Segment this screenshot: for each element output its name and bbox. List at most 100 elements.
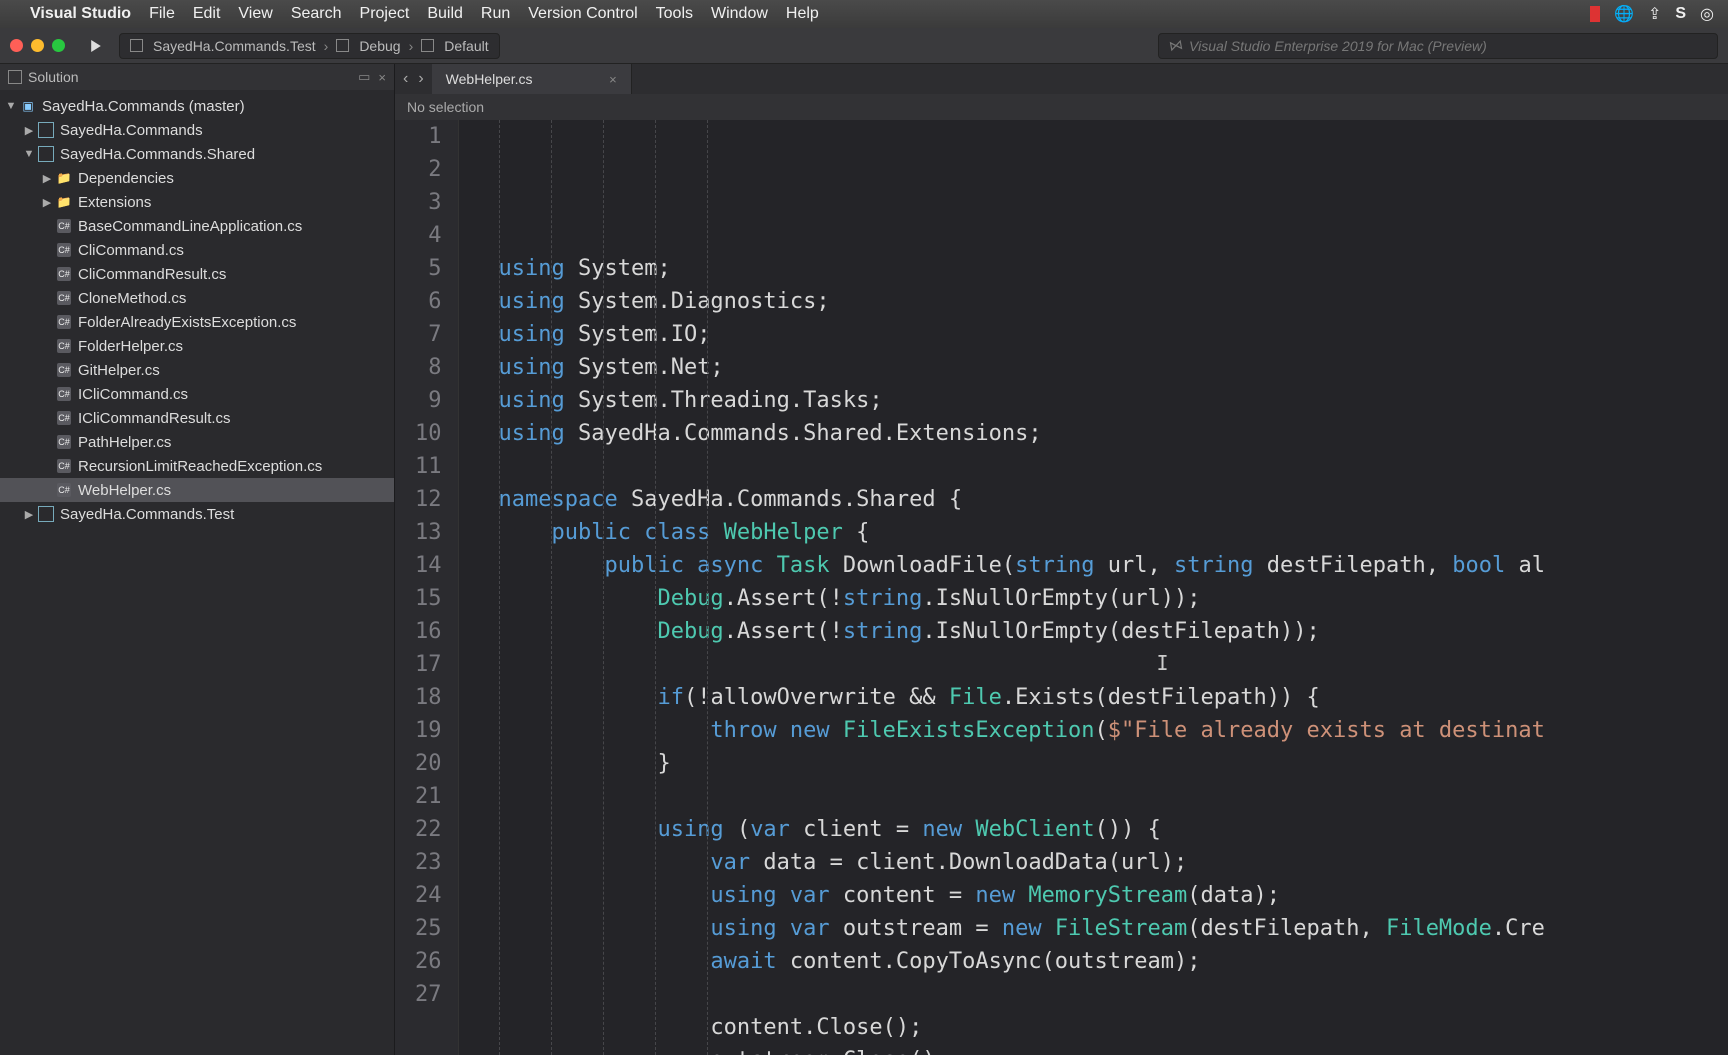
code-line[interactable] (499, 978, 1545, 1011)
tree-item[interactable]: C# ICliCommandResult.cs (0, 406, 394, 430)
tree-item[interactable]: ▶ SayedHa.Commands.Test (0, 502, 394, 526)
code-editor[interactable]: 1234567891011121314151617181920212223242… (395, 120, 1728, 1055)
tree-item[interactable]: C#ICliCommand.cs (0, 382, 394, 406)
tree-item-label: ICliCommand.cs (78, 386, 188, 403)
line-gutter: 1234567891011121314151617181920212223242… (395, 120, 459, 1055)
tray-indicator-icon[interactable] (1590, 6, 1600, 22)
disclosure-arrow-icon[interactable]: ▶ (22, 124, 36, 137)
menu-file[interactable]: File (149, 5, 175, 22)
menu-tools[interactable]: Tools (656, 5, 693, 22)
csharp-file-icon: C# (56, 410, 72, 426)
tree-item[interactable]: ▶SayedHa.Commands (0, 118, 394, 142)
disclosure-arrow-icon[interactable]: ▶ (40, 196, 54, 209)
tree-item[interactable]: C#CloneMethod.cs (0, 286, 394, 310)
code-line[interactable]: await content.CopyToAsync(outstream); (499, 945, 1545, 978)
tray-s-icon[interactable]: S (1675, 5, 1686, 23)
tree-item[interactable]: C#CliCommandResult.cs (0, 262, 394, 286)
menu-edit[interactable]: Edit (193, 5, 221, 22)
menu-search[interactable]: Search (291, 5, 342, 22)
code-line[interactable]: using System.Diagnostics; (499, 285, 1545, 318)
code-line[interactable]: using System; (499, 252, 1545, 285)
code-line[interactable]: public class WebHelper { (499, 516, 1545, 549)
breadcrumb[interactable]: No selection (395, 94, 1728, 120)
code-line[interactable]: outstream.Close(); (499, 1044, 1545, 1055)
disclosure-arrow-icon[interactable]: ▶ (22, 508, 36, 521)
close-window-button[interactable] (10, 39, 23, 52)
code-line[interactable]: Debug.Assert(!string.IsNullOrEmpty(url))… (499, 582, 1545, 615)
csharp-file-icon: C# (56, 314, 72, 330)
menu-window[interactable]: Window (711, 5, 768, 22)
csharp-file-icon: C# (56, 242, 72, 258)
nav-forward-icon[interactable]: › (418, 70, 423, 88)
folder-icon: 📁 (56, 194, 72, 210)
tree-item[interactable]: ▶📁 Extensions (0, 190, 394, 214)
run-config-selector[interactable]: SayedHa.Commands.Test › Debug › Default (119, 33, 500, 59)
disclosure-arrow-icon[interactable]: ▶ (40, 172, 54, 185)
tree-item-label: PathHelper.cs (78, 434, 171, 451)
tree-item-label: ICliCommandResult.cs (78, 410, 231, 427)
csharp-file-icon: C# (56, 434, 72, 450)
menu-view[interactable]: View (238, 5, 272, 22)
code-line[interactable]: public async Task DownloadFile(string ur… (499, 549, 1545, 582)
project-icon (130, 39, 143, 52)
tree-item[interactable]: C#RecursionLimitReachedException.cs (0, 454, 394, 478)
tree-item[interactable]: ▼ SayedHa.Commands.Shared (0, 142, 394, 166)
pad-dock-icon[interactable]: ▭ (358, 69, 370, 85)
tree-item-label: FolderHelper.cs (78, 338, 183, 355)
code-line[interactable]: var data = client.DownloadData(url); (499, 846, 1545, 879)
code-line[interactable]: if(!allowOverwrite && File.Exists(destFi… (499, 681, 1545, 714)
tree-item-label: SayedHa.Commands.Test (60, 506, 234, 523)
code-text[interactable]: I using System;using System.Diagnostics;… (459, 120, 1545, 1055)
tree-item-label: RecursionLimitReachedException.cs (78, 458, 322, 475)
code-line[interactable]: Debug.Assert(!string.IsNullOrEmpty(destF… (499, 615, 1545, 648)
csharp-file-icon: C# (56, 290, 72, 306)
tree-item[interactable]: C#WebHelper.cs (0, 478, 394, 502)
disclosure-arrow-icon[interactable]: ▼ (22, 148, 36, 160)
tree-item-label: FolderAlreadyExistsException.cs (78, 314, 296, 331)
code-line[interactable]: using SayedHa.Commands.Shared.Extensions… (499, 417, 1545, 450)
code-line[interactable]: using var outstream = new FileStream(des… (499, 912, 1545, 945)
tree-item-label: Extensions (78, 194, 151, 211)
menu-version-control[interactable]: Version Control (528, 5, 637, 22)
tray-cc-icon[interactable]: ◎ (1700, 4, 1714, 24)
tray-dropbox-icon[interactable]: ⇪ (1648, 4, 1661, 24)
pad-close-icon[interactable]: × (378, 70, 386, 85)
code-line[interactable]: using System.IO; (499, 318, 1545, 351)
code-line[interactable] (499, 780, 1545, 813)
code-line[interactable] (499, 450, 1545, 483)
minimize-window-button[interactable] (31, 39, 44, 52)
menu-run[interactable]: Run (481, 5, 510, 22)
tree-item[interactable]: ▶📁Dependencies (0, 166, 394, 190)
code-line[interactable]: throw new FileExistsException($"File alr… (499, 714, 1545, 747)
build-icon (336, 39, 349, 52)
tree-item[interactable]: C#BaseCommandLineApplication.cs (0, 214, 394, 238)
tree-item[interactable]: C# PathHelper.cs (0, 430, 394, 454)
tree-item[interactable]: C#CliCommand.cs (0, 238, 394, 262)
app-name[interactable]: Visual Studio (30, 5, 131, 23)
code-line[interactable]: using System.Threading.Tasks; (499, 384, 1545, 417)
code-line[interactable] (499, 648, 1545, 681)
tree-item[interactable]: C# FolderAlreadyExistsException.cs (0, 310, 394, 334)
code-line[interactable]: } (499, 747, 1545, 780)
nav-back-icon[interactable]: ‹ (403, 70, 408, 88)
menu-help[interactable]: Help (786, 5, 819, 22)
tab-close-icon[interactable]: × (609, 72, 617, 87)
tree-item-label: SayedHa.Commands.Shared (60, 146, 255, 163)
target-icon (421, 39, 434, 52)
tray-globe-icon[interactable]: 🌐 (1614, 4, 1634, 24)
tree-item[interactable]: C#GitHelper.cs (0, 358, 394, 382)
solution-root[interactable]: ▼ ▣ SayedHa.Commands (master) (0, 94, 394, 118)
menubar: Visual Studio File Edit View Search Project B… (0, 0, 1728, 28)
tab-webhelper[interactable]: WebHelper.cs × (432, 64, 632, 94)
search-bar[interactable]: ⋈ Visual Studio Enterprise 2019 for Mac … (1158, 33, 1718, 59)
code-line[interactable]: using (var client = new WebClient()) { (499, 813, 1545, 846)
zoom-window-button[interactable] (52, 39, 65, 52)
menu-build[interactable]: Build (427, 5, 463, 22)
code-line[interactable]: content.Close(); (499, 1011, 1545, 1044)
run-button[interactable] (83, 35, 109, 57)
code-line[interactable]: using System.Net; (499, 351, 1545, 384)
code-line[interactable]: namespace SayedHa.Commands.Shared { (499, 483, 1545, 516)
tree-item[interactable]: C#FolderHelper.cs (0, 334, 394, 358)
menu-project[interactable]: Project (360, 5, 410, 22)
code-line[interactable]: using var content = new MemoryStream(dat… (499, 879, 1545, 912)
